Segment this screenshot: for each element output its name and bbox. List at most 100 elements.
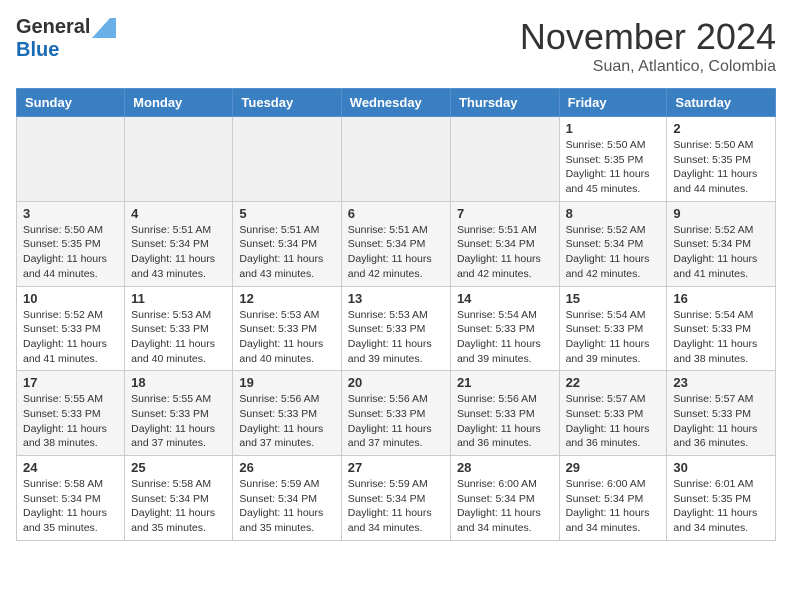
day-number: 21 [457, 375, 553, 390]
day-info: Sunrise: 6:00 AM Sunset: 5:34 PM Dayligh… [566, 477, 661, 536]
day-number: 1 [566, 121, 661, 136]
day-number: 16 [673, 291, 769, 306]
day-number: 29 [566, 460, 661, 475]
calendar-cell: 16 Sunrise: 5:54 AM Sunset: 5:33 PM Dayli… [667, 286, 776, 371]
calendar-cell: 15 Sunrise: 5:54 AM Sunset: 5:33 PM Dayli… [559, 286, 667, 371]
day-info: Sunrise: 5:53 AM Sunset: 5:33 PM Dayligh… [348, 308, 444, 367]
calendar-cell: 26 Sunrise: 5:59 AM Sunset: 5:34 PM Dayli… [233, 456, 341, 541]
day-info: Sunrise: 5:58 AM Sunset: 5:34 PM Dayligh… [131, 477, 226, 536]
day-info: Sunrise: 5:56 AM Sunset: 5:33 PM Dayligh… [457, 392, 553, 451]
day-info: Sunrise: 5:50 AM Sunset: 5:35 PM Dayligh… [673, 138, 769, 197]
day-number: 20 [348, 375, 444, 390]
calendar-header-saturday: Saturday [667, 89, 776, 117]
calendar-cell [233, 117, 341, 202]
calendar-cell: 14 Sunrise: 5:54 AM Sunset: 5:33 PM Dayli… [450, 286, 559, 371]
day-number: 13 [348, 291, 444, 306]
day-number: 27 [348, 460, 444, 475]
calendar-cell: 1 Sunrise: 5:50 AM Sunset: 5:35 PM Daylig… [559, 117, 667, 202]
day-number: 7 [457, 206, 553, 221]
day-info: Sunrise: 5:53 AM Sunset: 5:33 PM Dayligh… [239, 308, 334, 367]
calendar-header-wednesday: Wednesday [341, 89, 450, 117]
calendar-cell: 4 Sunrise: 5:51 AM Sunset: 5:34 PM Daylig… [125, 201, 233, 286]
calendar-cell: 25 Sunrise: 5:58 AM Sunset: 5:34 PM Dayli… [125, 456, 233, 541]
day-info: Sunrise: 5:54 AM Sunset: 5:33 PM Dayligh… [673, 308, 769, 367]
calendar-cell [17, 117, 125, 202]
day-info: Sunrise: 5:51 AM Sunset: 5:34 PM Dayligh… [131, 223, 226, 282]
calendar-cell: 13 Sunrise: 5:53 AM Sunset: 5:33 PM Dayli… [341, 286, 450, 371]
day-number: 5 [239, 206, 334, 221]
day-number: 12 [239, 291, 334, 306]
day-number: 23 [673, 375, 769, 390]
calendar-header-monday: Monday [125, 89, 233, 117]
day-number: 28 [457, 460, 553, 475]
calendar-header-sunday: Sunday [17, 89, 125, 117]
day-info: Sunrise: 5:50 AM Sunset: 5:35 PM Dayligh… [566, 138, 661, 197]
calendar-cell: 27 Sunrise: 5:59 AM Sunset: 5:34 PM Dayli… [341, 456, 450, 541]
day-number: 11 [131, 291, 226, 306]
day-info: Sunrise: 5:59 AM Sunset: 5:34 PM Dayligh… [239, 477, 334, 536]
day-info: Sunrise: 5:52 AM Sunset: 5:34 PM Dayligh… [566, 223, 661, 282]
calendar-cell: 17 Sunrise: 5:55 AM Sunset: 5:33 PM Dayli… [17, 371, 125, 456]
calendar-cell: 18 Sunrise: 5:55 AM Sunset: 5:33 PM Dayli… [125, 371, 233, 456]
logo-general: General [16, 16, 90, 39]
day-number: 4 [131, 206, 226, 221]
day-number: 26 [239, 460, 334, 475]
day-info: Sunrise: 5:56 AM Sunset: 5:33 PM Dayligh… [239, 392, 334, 451]
calendar-cell: 30Sunrise: 6:01 AM Sunset: 5:35 PM Dayli… [667, 456, 776, 541]
day-info: Sunrise: 5:51 AM Sunset: 5:34 PM Dayligh… [239, 223, 334, 282]
calendar-cell: 7 Sunrise: 5:51 AM Sunset: 5:34 PM Daylig… [450, 201, 559, 286]
logo-icon [92, 18, 116, 38]
day-info: Sunrise: 5:52 AM Sunset: 5:33 PM Dayligh… [23, 308, 118, 367]
day-info: Sunrise: 5:54 AM Sunset: 5:33 PM Dayligh… [457, 308, 553, 367]
calendar-cell: 29 Sunrise: 6:00 AM Sunset: 5:34 PM Dayli… [559, 456, 667, 541]
month-title: November 2024 [520, 16, 776, 58]
calendar-header-thursday: Thursday [450, 89, 559, 117]
day-info: Sunrise: 5:55 AM Sunset: 5:33 PM Dayligh… [23, 392, 118, 451]
day-info: Sunrise: 5:58 AM Sunset: 5:34 PM Dayligh… [23, 477, 118, 536]
calendar-cell: 28 Sunrise: 6:00 AM Sunset: 5:34 PM Dayli… [450, 456, 559, 541]
day-info: Sunrise: 5:57 AM Sunset: 5:33 PM Dayligh… [566, 392, 661, 451]
calendar-cell: 20 Sunrise: 5:56 AM Sunset: 5:33 PM Dayli… [341, 371, 450, 456]
calendar-cell: 8 Sunrise: 5:52 AM Sunset: 5:34 PM Daylig… [559, 201, 667, 286]
calendar-cell [125, 117, 233, 202]
day-info: Sunrise: 5:50 AM Sunset: 5:35 PM Dayligh… [23, 223, 118, 282]
calendar-cell: 11 Sunrise: 5:53 AM Sunset: 5:33 PM Dayli… [125, 286, 233, 371]
day-number: 15 [566, 291, 661, 306]
calendar-header-friday: Friday [559, 89, 667, 117]
calendar-header-tuesday: Tuesday [233, 89, 341, 117]
day-info: Sunrise: 5:52 AM Sunset: 5:34 PM Dayligh… [673, 223, 769, 282]
calendar-cell: 21 Sunrise: 5:56 AM Sunset: 5:33 PM Dayli… [450, 371, 559, 456]
page-header: General Blue November 2024 Suan, Atlanti… [16, 16, 776, 76]
day-info: Sunrise: 5:59 AM Sunset: 5:34 PM Dayligh… [348, 477, 444, 536]
calendar-cell: 19 Sunrise: 5:56 AM Sunset: 5:33 PM Dayli… [233, 371, 341, 456]
day-number: 18 [131, 375, 226, 390]
calendar-cell [450, 117, 559, 202]
day-info: Sunrise: 5:55 AM Sunset: 5:33 PM Dayligh… [131, 392, 226, 451]
day-number: 24 [23, 460, 118, 475]
day-info: Sunrise: 5:57 AM Sunset: 5:33 PM Dayligh… [673, 392, 769, 451]
day-number: 14 [457, 291, 553, 306]
day-info: Sunrise: 6:00 AM Sunset: 5:34 PM Dayligh… [457, 477, 553, 536]
logo-blue: Blue [16, 39, 59, 62]
day-info: Sunrise: 5:54 AM Sunset: 5:33 PM Dayligh… [566, 308, 661, 367]
calendar-cell: 2 Sunrise: 5:50 AM Sunset: 5:35 PM Daylig… [667, 117, 776, 202]
calendar-cell: 24 Sunrise: 5:58 AM Sunset: 5:34 PM Dayli… [17, 456, 125, 541]
day-number: 10 [23, 291, 118, 306]
calendar-cell: 5 Sunrise: 5:51 AM Sunset: 5:34 PM Daylig… [233, 201, 341, 286]
day-number: 25 [131, 460, 226, 475]
day-number: 3 [23, 206, 118, 221]
day-number: 30 [673, 460, 769, 475]
day-number: 8 [566, 206, 661, 221]
calendar-cell [341, 117, 450, 202]
day-number: 2 [673, 121, 769, 136]
day-number: 17 [23, 375, 118, 390]
day-info: Sunrise: 5:51 AM Sunset: 5:34 PM Dayligh… [457, 223, 553, 282]
calendar-cell: 10 Sunrise: 5:52 AM Sunset: 5:33 PM Dayli… [17, 286, 125, 371]
day-number: 19 [239, 375, 334, 390]
calendar-cell: 9Sunrise: 5:52 AM Sunset: 5:34 PM Daylig… [667, 201, 776, 286]
location-subtitle: Suan, Atlantico, Colombia [520, 58, 776, 76]
calendar-cell: 23 Sunrise: 5:57 AM Sunset: 5:33 PM Dayli… [667, 371, 776, 456]
day-info: Sunrise: 5:56 AM Sunset: 5:33 PM Dayligh… [348, 392, 444, 451]
day-number: 6 [348, 206, 444, 221]
day-info: Sunrise: 5:53 AM Sunset: 5:33 PM Dayligh… [131, 308, 226, 367]
